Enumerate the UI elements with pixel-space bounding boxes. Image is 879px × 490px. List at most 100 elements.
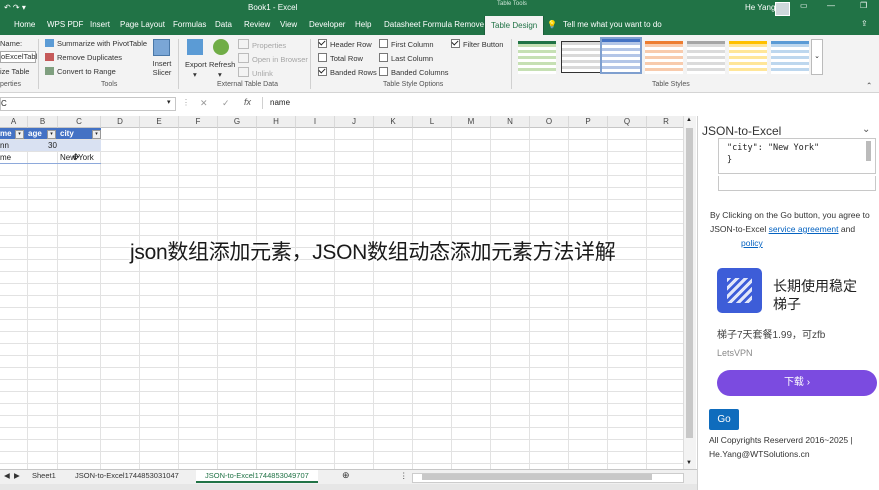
slicer-icon[interactable]	[153, 39, 170, 56]
table-style-lightblue[interactable]	[771, 41, 809, 74]
checkbox-unchecked[interactable]	[379, 53, 388, 62]
column-header-r[interactable]: R	[647, 116, 683, 128]
column-header-f[interactable]: F	[179, 116, 218, 128]
checkbox-checked[interactable]	[318, 67, 327, 76]
tab-page-layout[interactable]: Page Layout	[120, 20, 165, 29]
scroll-thumb[interactable]	[686, 128, 693, 438]
header-row-checkbox[interactable]: Header Row	[318, 39, 372, 49]
table-cell[interactable]: me	[0, 153, 11, 162]
column-header-i[interactable]: I	[296, 116, 335, 128]
refresh-button[interactable]: Refresh	[209, 60, 235, 69]
header-cell-name[interactable]: me	[0, 129, 12, 138]
scroll-down-icon[interactable]: ▼	[686, 460, 692, 466]
formula-input[interactable]: name	[262, 97, 703, 109]
textarea-scrollbar[interactable]	[866, 141, 871, 161]
tell-me-search[interactable]: Tell me what you want to do	[563, 20, 662, 29]
add-sheet-icon[interactable]: ⊕	[342, 470, 350, 481]
column-header-o[interactable]: O	[530, 116, 569, 128]
banded-columns-checkbox[interactable]: Banded Columns	[379, 67, 449, 77]
column-header-q[interactable]: Q	[608, 116, 647, 128]
tab-data[interactable]: Data	[215, 20, 232, 29]
tab-help[interactable]: Help	[355, 20, 371, 29]
column-header-e[interactable]: E	[140, 116, 179, 128]
json-textarea[interactable]: "city": "New York" }	[718, 138, 876, 174]
tab-view[interactable]: View	[280, 20, 297, 29]
privacy-policy-link[interactable]: policy	[741, 238, 763, 248]
table-style-blue-selected[interactable]	[600, 37, 642, 74]
header-cell-age[interactable]: age	[28, 129, 42, 138]
column-header-p[interactable]: P	[569, 116, 608, 128]
checkbox-unchecked[interactable]	[379, 39, 388, 48]
checkbox-checked[interactable]	[318, 39, 327, 48]
share-icon[interactable]: ⇪	[861, 19, 868, 28]
column-header-b[interactable]: B	[28, 116, 58, 128]
chevron-down-icon[interactable]: ▾	[167, 98, 171, 106]
table-name-input[interactable]: oExcelTabl	[0, 51, 37, 63]
tab-home[interactable]: Home	[14, 20, 35, 29]
tab-developer[interactable]: Developer	[309, 20, 345, 29]
ribbon-display-icon[interactable]: ▭	[800, 1, 808, 10]
resize-table-button[interactable]: ize Table	[0, 67, 29, 76]
convert-range-button[interactable]: Convert to Range	[45, 67, 116, 76]
column-header-a[interactable]: A	[0, 116, 28, 128]
chevron-down-icon[interactable]: ▾	[193, 70, 197, 79]
header-cell-city[interactable]: city	[60, 129, 74, 138]
ad-title-line1[interactable]: 长期使用稳定	[773, 276, 857, 296]
filter-dropdown-icon[interactable]: ▾	[92, 130, 101, 139]
column-header-h[interactable]: H	[257, 116, 296, 128]
tab-review[interactable]: Review	[244, 20, 270, 29]
column-header-l[interactable]: L	[413, 116, 452, 128]
total-row-checkbox[interactable]: Total Row	[318, 53, 363, 63]
table-cell[interactable]: 30	[48, 141, 57, 150]
table-style-gold[interactable]	[729, 41, 767, 74]
column-header-g[interactable]: G	[218, 116, 257, 128]
checkbox-unchecked[interactable]	[379, 67, 388, 76]
banded-rows-checkbox[interactable]: Banded Rows	[318, 67, 377, 77]
table-style-gray[interactable]	[687, 41, 725, 74]
enter-icon[interactable]: ✓	[222, 98, 230, 109]
summarize-pivot-button[interactable]: Summarize with PivotTable	[45, 39, 147, 48]
gallery-more-icon[interactable]: ⌄	[811, 39, 823, 75]
minimize-icon[interactable]: —	[827, 1, 835, 10]
column-header-d[interactable]: D	[101, 116, 140, 128]
worksheet-grid[interactable]: ABCDEFGHIJKLMNOPQR me ▾ age ▾ city ▾ nn …	[0, 116, 683, 469]
pane-collapse-icon[interactable]: ⌄	[862, 124, 870, 135]
quick-access-icons[interactable]: ↶ ↷ ▾	[4, 3, 26, 12]
go-button[interactable]: Go	[709, 409, 739, 430]
sheet-tab-sheet1[interactable]: Sheet1	[32, 471, 56, 480]
collapse-ribbon-icon[interactable]: ⌃	[866, 81, 872, 90]
filter-dropdown-icon[interactable]: ▾	[15, 130, 24, 139]
prev-sheet-icon[interactable]: ◀	[4, 471, 10, 480]
first-column-checkbox[interactable]: First Column	[379, 39, 434, 49]
tab-wps-pdf[interactable]: WPS PDF	[47, 20, 83, 29]
table-cell[interactable]: nn	[0, 141, 9, 150]
table-style-orange[interactable]	[645, 41, 683, 74]
name-box[interactable]: C	[0, 97, 176, 111]
tab-insert[interactable]: Insert	[90, 20, 110, 29]
contact-email[interactable]: He.Yang@WTSolutions.cn	[709, 449, 810, 459]
checkbox-checked[interactable]	[451, 39, 460, 48]
insert-slicer-button[interactable]: Insert Slicer	[151, 59, 173, 77]
cancel-icon[interactable]: ✕	[200, 98, 208, 109]
column-header-n[interactable]: N	[491, 116, 530, 128]
service-agreement-link[interactable]: service agreement	[769, 224, 839, 234]
sheet-tab-json1[interactable]: JSON-to-Excel1744853031047	[75, 471, 179, 480]
column-header-j[interactable]: J	[335, 116, 374, 128]
remove-duplicates-button[interactable]: Remove Duplicates	[45, 53, 122, 62]
insert-function-icon[interactable]: fx	[244, 97, 251, 107]
column-header-c[interactable]: C	[58, 116, 101, 128]
checkbox-unchecked[interactable]	[318, 53, 327, 62]
ad-download-button[interactable]: 下载 ›	[717, 370, 877, 396]
last-column-checkbox[interactable]: Last Column	[379, 53, 433, 63]
ad-title-line2[interactable]: 梯子	[773, 294, 801, 314]
filter-button-checkbox[interactable]: Filter Button	[451, 39, 503, 49]
column-header-m[interactable]: M	[452, 116, 491, 128]
avatar[interactable]	[775, 2, 790, 16]
vertical-scrollbar[interactable]: ▲ ▼	[683, 116, 696, 469]
scroll-up-icon[interactable]: ▲	[686, 117, 692, 123]
table-style-dark[interactable]	[561, 41, 601, 73]
next-sheet-icon[interactable]: ▶	[14, 471, 20, 480]
table-style-green[interactable]	[518, 41, 556, 74]
restore-icon[interactable]: ❐	[860, 1, 867, 10]
sheet-tab-json2-active[interactable]: JSON-to-Excel1744853049707	[196, 470, 318, 483]
